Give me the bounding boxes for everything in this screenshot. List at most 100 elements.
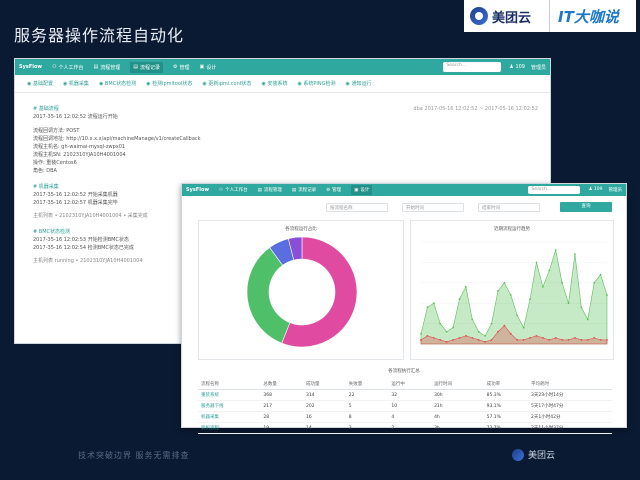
data-point	[439, 322, 442, 325]
meituan-icon	[512, 448, 524, 461]
table-cell: 2天1小时42分	[528, 411, 612, 423]
data-point	[593, 336, 596, 339]
table-row: 重装系统 368 314 22 32 30h 85.3% 3天23小时14分	[198, 389, 612, 401]
table-cell: 314	[303, 389, 346, 401]
flow-link[interactable]: 服务器下线	[198, 400, 261, 412]
data-point	[606, 294, 608, 296]
brand[interactable]: SysFlow	[19, 64, 42, 70]
table-cell: 22	[345, 389, 389, 401]
table-cell: 10	[388, 400, 432, 412]
nav-design[interactable]: ▣ 设计	[351, 185, 373, 195]
flow-link[interactable]: 装机流程	[198, 422, 261, 434]
flow-link[interactable]: 重装系统	[198, 389, 261, 401]
step-item[interactable]: 更新ipmi.conf状态	[202, 80, 251, 87]
query-button[interactable]: 查询	[560, 202, 612, 212]
table-cell: 202	[303, 400, 346, 412]
data-point	[509, 294, 512, 296]
table-cell: 14	[303, 422, 346, 434]
table-cell: 73.7%	[483, 422, 529, 434]
logo-bar: 美团云 IT大咖说	[464, 0, 636, 32]
table-cell: 3	[345, 422, 389, 434]
flow-name-select[interactable]: 按流程名称	[326, 202, 388, 212]
table-cell: 3h	[431, 422, 484, 434]
nav-workbench[interactable]: ⚇ 个人工作台	[219, 187, 248, 194]
step-item[interactable]: 系统PING检测	[297, 80, 335, 87]
data-point	[503, 281, 506, 284]
start-time-input[interactable]: 开始时间	[402, 202, 464, 212]
table-header-row: 流程名称 总数量 成功量 失败量 运行中 运行时间 成功率 平均耗时	[198, 379, 612, 390]
table-header-cell[interactable]: 平均耗时	[528, 379, 612, 390]
log-line: 流程回调地址: http://10.x.x.x/api/machineManag…	[33, 136, 201, 142]
notification-badge[interactable]: ♟ 109	[588, 187, 602, 193]
top-nav: SysFlow ⚇ 个人工作台 ▤ 流程管理 ▤ 流程记录 ⚙ 管理 ▣ 设计 Searc…	[182, 184, 626, 196]
table-header-cell[interactable]: 成功量	[303, 379, 346, 390]
data-point	[484, 341, 487, 343]
nav-flow[interactable]: ▤ 流程管理	[258, 187, 282, 194]
nav-manage[interactable]: ⚙ 管理	[326, 187, 341, 194]
table-title: 各流程执行汇总	[388, 369, 420, 374]
nav-records[interactable]: ▤ 流程记录	[292, 187, 316, 194]
data-point	[516, 339, 519, 341]
search-input[interactable]: Search...	[443, 62, 502, 72]
data-point	[580, 306, 583, 309]
data-point	[490, 339, 493, 341]
nav-flow[interactable]: ▤ 流程管理	[94, 64, 121, 71]
flow-link[interactable]: 机器采集	[198, 411, 261, 423]
nav-design[interactable]: ▣ 设计	[200, 64, 217, 71]
header-meta: dba 2017-05-16 12:02:52 ~ 2017-05-16 12:…	[413, 106, 538, 112]
list-icon: ▤	[93, 64, 99, 70]
table-cell: 2	[388, 422, 432, 434]
step-item[interactable]: 检测ipmitool状态	[146, 80, 192, 87]
data-point	[458, 336, 461, 339]
table-header-cell[interactable]: 运行时间	[431, 379, 484, 390]
search-input[interactable]: Search...	[528, 186, 581, 194]
data-point	[586, 339, 589, 341]
data-point	[548, 269, 551, 272]
notification-badge[interactable]: ♟ 109	[509, 64, 525, 71]
user-icon: ⚇	[52, 64, 57, 70]
table-cell: 28	[260, 411, 304, 423]
user-menu[interactable]: 管理员	[609, 187, 623, 193]
data-point	[599, 339, 602, 341]
brand[interactable]: SysFlow	[186, 187, 209, 193]
area-series	[420, 250, 608, 345]
data-point	[420, 339, 422, 341]
step-item[interactable]: BMC状态检测	[99, 80, 136, 87]
data-point	[522, 326, 525, 329]
summary-table: 流程名称 总数量 成功量 失败量 运行中 运行时间 成功率 平均耗时 重装系统 368 314 22…	[198, 379, 612, 434]
log-line: 2017-35-16 12:02:52 流程运行开始	[33, 114, 118, 120]
data-point	[567, 302, 570, 305]
meituan-logo-text: 美团云	[492, 10, 532, 26]
data-point	[426, 334, 429, 337]
table-header-cell[interactable]: 流程名称	[198, 379, 261, 390]
table-cell: 4	[388, 411, 432, 423]
step-item[interactable]: 基础配置	[27, 80, 53, 87]
table-cell: 16	[303, 411, 346, 423]
nav-manage[interactable]: ⚙ 管理	[173, 64, 190, 71]
data-point	[509, 332, 512, 335]
nav-workbench[interactable]: ⚇ 个人工作台	[52, 64, 84, 71]
data-point	[599, 273, 602, 276]
step-item[interactable]: 机器采集	[63, 80, 89, 87]
data-point	[516, 314, 519, 317]
design-icon: ▣	[199, 64, 205, 70]
end-time-input[interactable]: 结束时间	[478, 202, 540, 212]
data-point	[464, 285, 467, 288]
table-header-cell[interactable]: 失败量	[345, 379, 389, 390]
data-point	[484, 334, 487, 337]
table-header-cell[interactable]: 总数量	[260, 379, 304, 390]
nav-records[interactable]: ▤ 流程记录	[130, 61, 164, 73]
user-menu[interactable]: 管理员	[531, 64, 546, 71]
table-header-cell[interactable]: 运行中	[388, 379, 432, 390]
log-line: 角色: DBA	[33, 168, 57, 174]
data-point	[529, 298, 531, 301]
table-row: 装机流程 19 14 3 2 3h 73.7% 2天11小时37分	[198, 422, 612, 434]
data-point	[452, 339, 454, 341]
table-header-cell[interactable]: 成功率	[483, 379, 529, 390]
data-point	[567, 339, 570, 341]
step-item[interactable]: 安装系统	[262, 80, 287, 87]
step-item[interactable]: 通知运行	[346, 80, 371, 87]
data-point	[574, 336, 576, 339]
meituan-icon	[470, 7, 488, 25]
data-point	[490, 322, 493, 325]
